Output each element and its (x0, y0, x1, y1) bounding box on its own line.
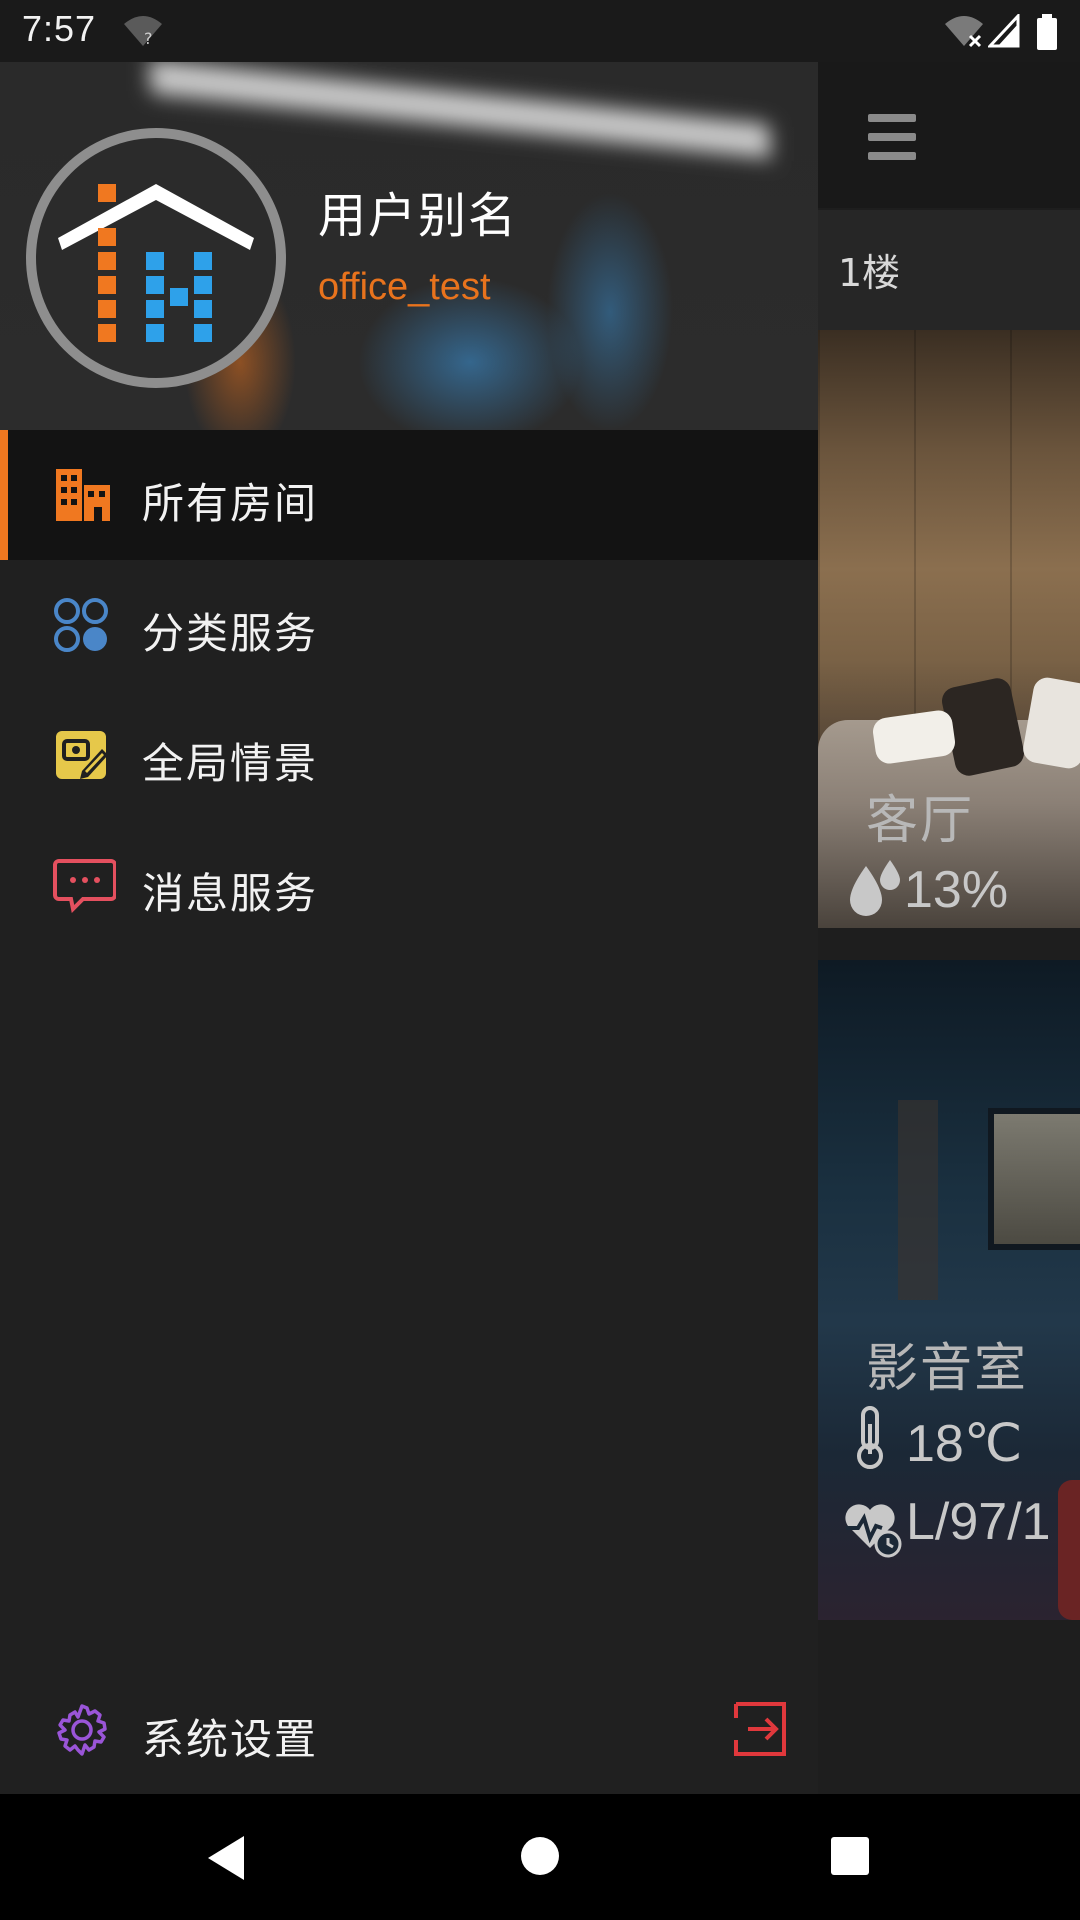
back-icon[interactable] (204, 1834, 248, 1882)
system-settings-button[interactable]: 系统设置 (0, 1674, 700, 1794)
building-icon (56, 469, 110, 521)
account-name: office_test (318, 266, 491, 308)
svg-text:?: ? (144, 29, 153, 48)
drawer-menu: 所有房间 分类服务 全局情景 消息服务 (0, 430, 818, 950)
menu-item-label: 所有房间 (142, 479, 319, 528)
settings-row: 系统设置 (0, 1674, 818, 1794)
category-circles-icon (54, 598, 108, 652)
logout-icon[interactable] (732, 1700, 788, 1758)
humidity-icon (850, 860, 900, 916)
menu-item-label: 全局情景 (142, 739, 319, 788)
navigation-drawer: 用户别名 office_test 所有房间 分类服务 全局情景 消息服务 系统设… (0, 62, 818, 1794)
wifi-off-icon (945, 16, 983, 48)
room-name: 影音室 (866, 1339, 1029, 1399)
menu-item-label: 消息服务 (142, 869, 319, 918)
menu-item-global-scenes[interactable]: 全局情景 (0, 690, 818, 820)
recents-icon[interactable] (830, 1836, 870, 1876)
system-settings-label: 系统设置 (142, 1715, 319, 1764)
app-logo-icon (58, 184, 254, 342)
theater-screen-image (988, 1108, 1080, 1250)
health-value: L/97/1 (906, 1493, 1051, 1551)
scene-edit-icon (56, 731, 108, 779)
floor-label[interactable]: 1楼 (838, 242, 900, 297)
humidity-value: 13% (904, 861, 1009, 919)
temperature-value: 18℃ (906, 1415, 1023, 1473)
room-name: 客厅 (866, 791, 975, 851)
user-alias: 用户别名 (318, 188, 519, 244)
drawer-header: 用户别名 office_test (0, 62, 818, 430)
message-bubble-icon (53, 859, 116, 913)
home-icon[interactable] (520, 1836, 560, 1876)
menu-item-all-rooms[interactable]: 所有房间 (0, 430, 818, 560)
menu-icon[interactable] (868, 114, 916, 160)
status-time: 7:57 (22, 8, 97, 49)
signal-icon (988, 14, 1020, 48)
menu-item-label: 分类服务 (142, 609, 319, 658)
status-bar: 7:57 ? (0, 0, 1080, 62)
wifi-unknown-icon: ? (124, 16, 162, 48)
menu-item-category-services[interactable]: 分类服务 (0, 560, 818, 690)
thermometer-icon (857, 1406, 883, 1469)
menu-item-message-services[interactable]: 消息服务 (0, 820, 818, 950)
battery-icon (1037, 14, 1057, 50)
system-navigation-bar (0, 1794, 1080, 1920)
heart-rate-icon (845, 1504, 902, 1558)
gear-icon (57, 1704, 107, 1756)
avatar[interactable] (26, 128, 286, 388)
